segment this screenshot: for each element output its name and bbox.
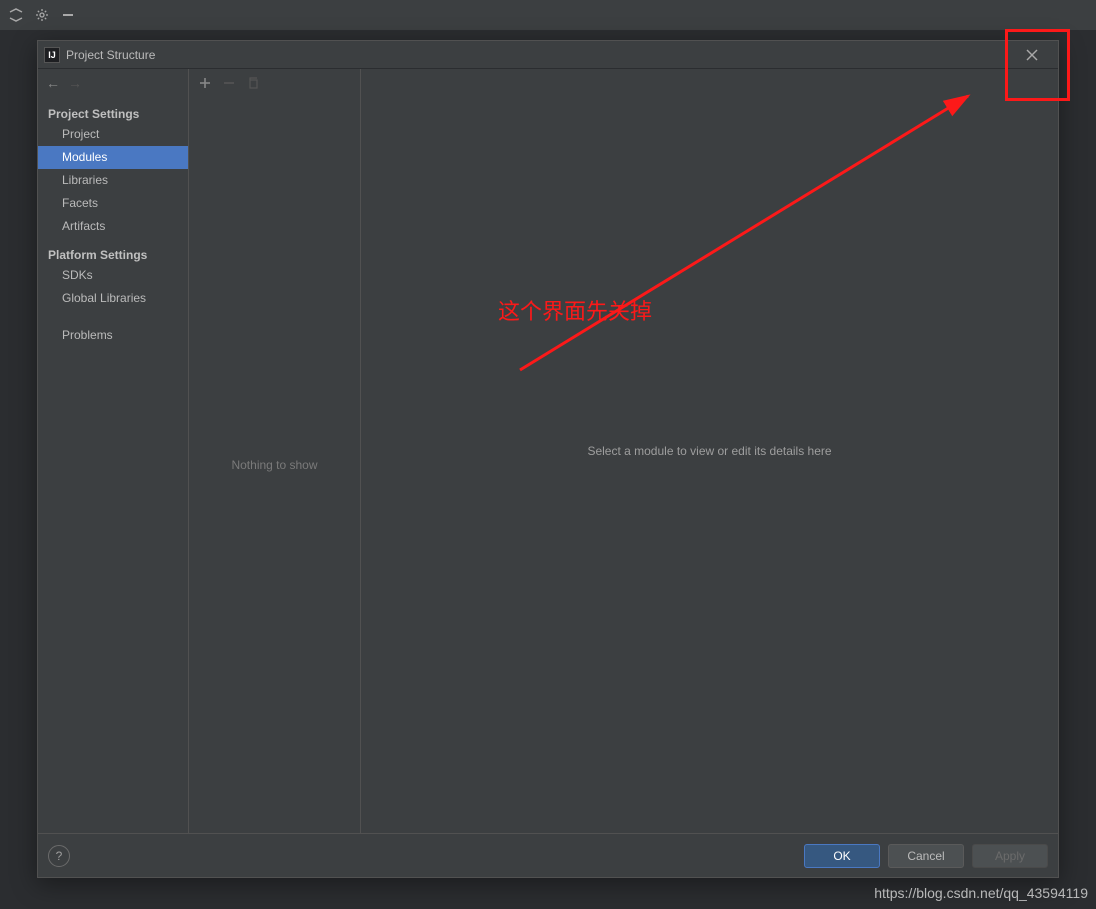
collapse-icon[interactable] — [6, 5, 26, 25]
minus-icon[interactable] — [58, 5, 78, 25]
detail-placeholder: Select a module to view or edit its deta… — [587, 444, 831, 458]
gear-icon[interactable] — [32, 5, 52, 25]
settings-sidebar: ← → Project Settings Project Modules Lib… — [38, 69, 188, 833]
sidebar-nav: ← → — [38, 69, 188, 97]
copy-icon — [247, 77, 259, 89]
ok-button[interactable]: OK — [804, 844, 880, 868]
section-project-settings: Project Settings — [38, 103, 188, 123]
sidebar-item-problems[interactable]: Problems — [38, 324, 188, 347]
dialog-footer: ? OK Cancel Apply — [38, 833, 1058, 877]
remove-icon — [223, 77, 235, 89]
modules-list-pane: Nothing to show — [188, 69, 361, 833]
sidebar-item-facets[interactable]: Facets — [38, 192, 188, 215]
back-arrow-icon[interactable]: ← — [46, 75, 60, 91]
sidebar-item-artifacts[interactable]: Artifacts — [38, 215, 188, 238]
modules-toolbar — [189, 69, 360, 97]
forward-arrow-icon: → — [68, 75, 82, 91]
section-platform-settings: Platform Settings — [38, 244, 188, 264]
cancel-button[interactable]: Cancel — [888, 844, 964, 868]
modules-empty-text: Nothing to show — [189, 97, 360, 833]
help-button[interactable]: ? — [48, 845, 70, 867]
add-icon[interactable] — [199, 77, 211, 89]
ide-toolbar — [0, 0, 1096, 31]
sidebar-item-libraries[interactable]: Libraries — [38, 169, 188, 192]
module-detail-pane: Select a module to view or edit its deta… — [361, 69, 1058, 833]
sidebar-item-sdks[interactable]: SDKs — [38, 264, 188, 287]
sidebar-item-project[interactable]: Project — [38, 123, 188, 146]
sidebar-item-global-libraries[interactable]: Global Libraries — [38, 287, 188, 310]
watermark: https://blog.csdn.net/qq_43594119 — [874, 885, 1088, 901]
intellij-logo-icon: IJ — [44, 47, 60, 63]
project-structure-dialog: IJ Project Structure ← → Project Setting… — [37, 40, 1059, 878]
apply-button: Apply — [972, 844, 1048, 868]
close-icon[interactable] — [1012, 42, 1052, 68]
dialog-titlebar: IJ Project Structure — [38, 41, 1058, 69]
dialog-body: ← → Project Settings Project Modules Lib… — [38, 69, 1058, 833]
dialog-title: Project Structure — [66, 48, 155, 62]
sidebar-item-modules[interactable]: Modules — [38, 146, 188, 169]
